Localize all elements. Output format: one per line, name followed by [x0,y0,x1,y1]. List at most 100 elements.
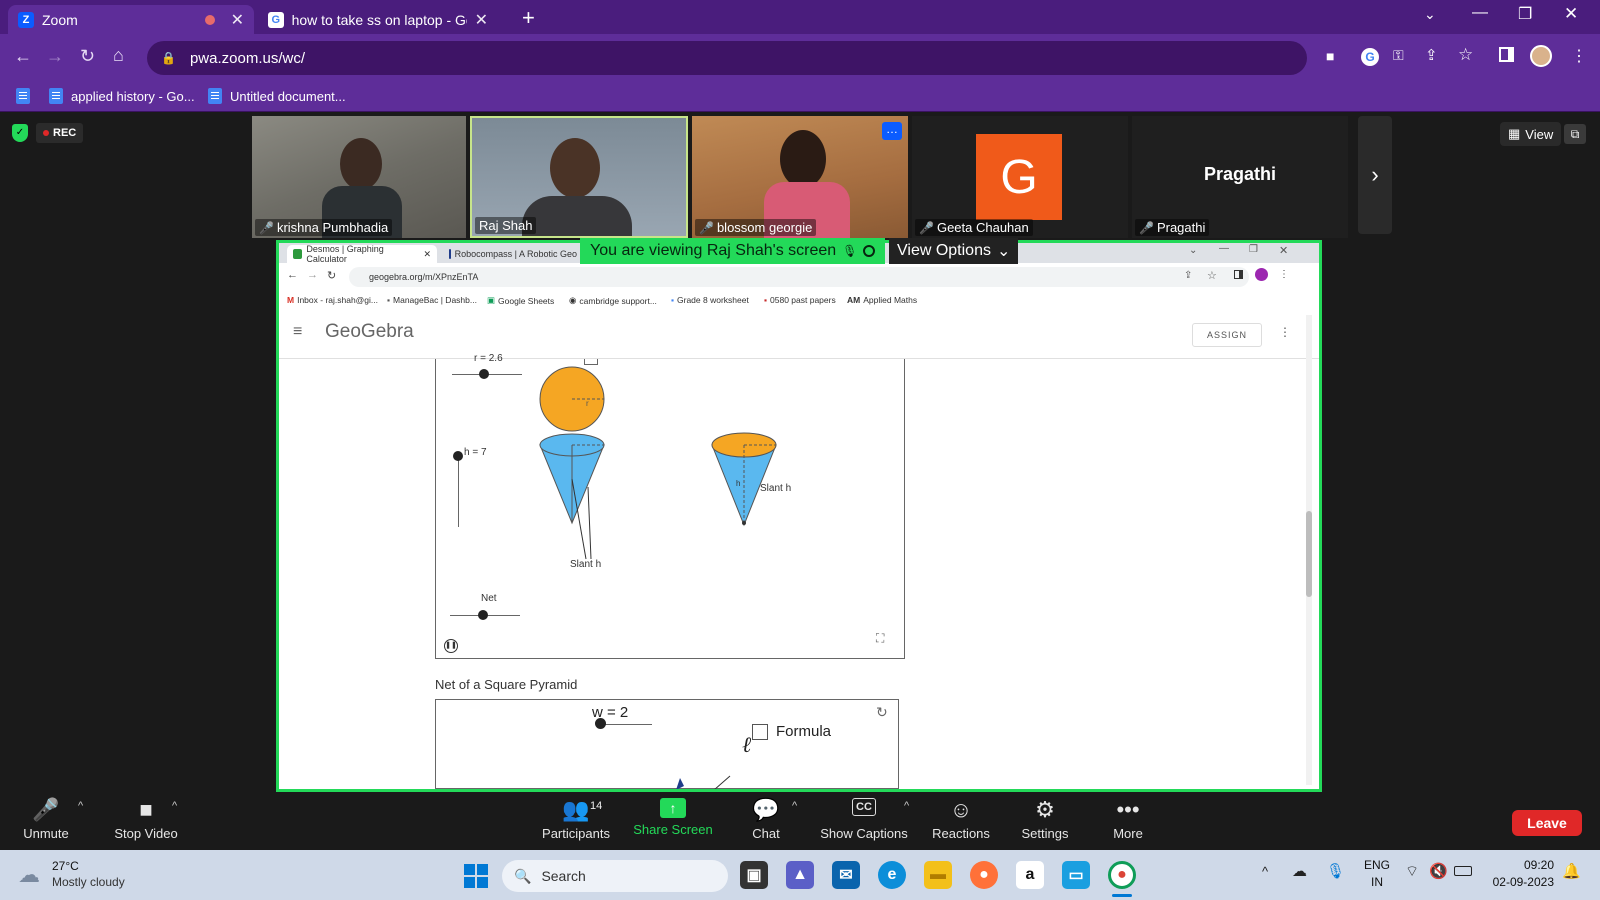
unmute-button[interactable]: 🎤 Unmute [20,798,72,842]
cone-sphere-applet[interactable]: r = 2.6 h = 7 r h Slant h Slant h Net ❚❚… [435,353,905,659]
teams-icon[interactable]: ▲ [786,861,814,889]
google-lens-icon[interactable]: G [1361,48,1379,66]
close-tab-icon[interactable]: ✕ [231,10,244,30]
share-screen-button[interactable]: ↑ Share Screen [630,798,716,837]
microphone-icon[interactable]: 🎙 [1326,862,1345,880]
share-icon[interactable]: ⇪ [1425,46,1438,64]
leave-button[interactable]: Leave [1512,810,1582,836]
pyramid-applet[interactable]: w = 2 Formula ℓ ↻ [435,699,899,789]
task-view-icon[interactable]: ▣ [740,861,768,889]
settings-button[interactable]: ⚙ Settings [1018,798,1072,842]
hamburger-menu-icon[interactable]: ≡ [293,323,302,341]
edge-icon[interactable]: e [878,861,906,889]
participant-video-blossom[interactable]: … 🎤 blossom georgie [692,116,908,238]
amazon-icon[interactable]: a [1016,861,1044,889]
shared-bookmark[interactable]: ▪ ManageBac | Dashb... [387,295,477,305]
minimize-button[interactable]: — [1219,243,1229,254]
notification-bell-icon[interactable]: 🔔 [1562,862,1581,880]
forward-icon[interactable]: → [46,46,64,67]
scrollbar-thumb[interactable] [1306,511,1312,597]
weather-desc[interactable]: Mostly cloudy [52,875,125,889]
windows-start-icon[interactable] [464,864,488,888]
show-captions-button[interactable]: CC Show Captions [818,798,910,841]
apps-icon[interactable] [16,86,30,106]
video-options-caret-icon[interactable]: ^ [172,800,177,812]
mail-icon[interactable]: ✉ [832,861,860,889]
tab-search-icon[interactable]: ⌄ [1424,6,1436,23]
remote-desktop-icon[interactable]: ▭ [1062,861,1090,889]
participant-video-krishna[interactable]: 🎤 krishna Pumbhadia [252,116,466,238]
camera-icon[interactable]: ■ [1326,48,1334,64]
chat-button[interactable]: 💬 Chat [744,798,788,842]
more-button[interactable]: ••• More [1108,798,1148,842]
clock-date[interactable]: 02-09-2023 [1480,875,1554,889]
shared-bookmark[interactable]: M Inbox - raj.shah@gi... [287,295,378,305]
tab-search-icon[interactable]: ⌄ [1189,245,1197,256]
back-icon[interactable]: ← [14,46,32,67]
shared-tab-robocompass[interactable]: Robocompass | A Robotic Geo [443,245,583,263]
weather-temp[interactable]: 27°C [52,859,79,873]
home-icon[interactable]: ⌂ [113,45,124,66]
close-window-button[interactable]: ✕ [1279,244,1288,257]
share-icon[interactable]: ⇪ [1184,270,1192,281]
weather-icon[interactable]: ☁ [18,862,40,888]
view-button[interactable]: ▦ View [1500,122,1562,146]
bookmark-item[interactable]: Untitled document... [208,86,346,106]
wifi-icon[interactable]: ⌔ [1405,862,1419,881]
shared-bookmark[interactable]: ▪ 0580 past papers [764,295,836,305]
side-panel-icon[interactable] [1234,270,1243,279]
recording-badge[interactable]: REC [36,123,84,143]
shared-bookmark[interactable]: ▪ Grade 8 worksheet [671,295,749,305]
key-icon[interactable]: ⚿ [1393,47,1404,64]
clock-time[interactable]: 09:20 [1480,858,1554,872]
menu-icon[interactable]: ⋮ [1279,269,1289,280]
close-tab-icon[interactable]: ✕ [423,249,431,260]
net-slider-handle[interactable] [478,610,488,620]
shared-bookmark[interactable]: ◉ cambridge support... [569,295,657,306]
bookmark-star-icon[interactable]: ☆ [1458,45,1473,65]
formula-checkbox[interactable] [752,724,768,740]
language-label[interactable]: ENG [1362,858,1392,872]
tab-google[interactable]: G how to take ss on laptop - Googl ✕ [258,5,498,34]
more-options-icon[interactable]: … [882,122,902,140]
profile-avatar[interactable] [1255,268,1268,281]
participant-video-geeta[interactable]: G 🎤 Geeta Chauhan [912,116,1128,238]
new-tab-button[interactable]: + [522,5,535,31]
volume-muted-icon[interactable]: 🔇 [1429,862,1448,880]
reset-icon[interactable]: ↻ [876,704,888,721]
maximize-button[interactable]: ❐ [1249,244,1258,255]
fullscreen-icon[interactable]: ⛶ [876,631,884,646]
bookmark-item[interactable]: applied history - Go... [49,86,195,106]
menu-icon[interactable]: ⋮ [1571,46,1587,66]
address-bar[interactable]: 🔒 pwa.zoom.us/wc/ [147,41,1307,75]
back-icon[interactable]: ← [287,269,298,281]
pause-icon[interactable]: ❚❚ [444,639,458,653]
onedrive-icon[interactable]: ☁ [1292,862,1307,880]
forward-icon[interactable]: → [307,269,318,281]
profile-avatar[interactable] [1530,45,1552,67]
shared-screen[interactable]: Desmos | Graphing Calculator ✕ Robocompa… [276,240,1322,792]
shared-bookmark[interactable]: ▣ Google Sheets [487,295,554,306]
close-tab-icon[interactable]: ✕ [475,10,488,30]
exit-fullscreen-icon[interactable]: ⧉ [1564,124,1586,144]
shared-address-bar[interactable]: geogebra.org/m/XPnzEnTA [349,267,1249,287]
reload-icon[interactable]: ↻ [327,269,336,282]
geogebra-logo[interactable]: GeoGebra [325,321,414,343]
reload-icon[interactable]: ↻ [80,46,95,67]
width-slider-handle[interactable] [595,718,606,729]
chrome-icon[interactable]: ● [1108,861,1136,889]
region-label[interactable]: IN [1362,875,1392,889]
encryption-shield-icon[interactable]: ✓ [12,124,28,142]
shared-tab-desmos[interactable]: Desmos | Graphing Calculator ✕ [287,244,437,264]
minimize-button[interactable]: — [1472,4,1488,22]
assign-button[interactable]: ASSIGN [1192,323,1262,347]
next-page-chevron-icon[interactable]: › [1358,116,1392,234]
maximize-button[interactable]: ❐ [1518,4,1532,24]
side-panel-icon[interactable] [1499,47,1514,62]
chat-options-caret-icon[interactable]: ^ [792,800,797,812]
show-hidden-icons-chevron-icon[interactable]: ^ [1262,864,1268,879]
participant-video-raj[interactable]: Raj Shah [470,116,688,238]
reactions-button[interactable]: ☺ Reactions [930,798,992,842]
more-menu-icon[interactable]: ⋮ [1279,325,1291,339]
bookmark-star-icon[interactable]: ☆ [1207,269,1217,282]
